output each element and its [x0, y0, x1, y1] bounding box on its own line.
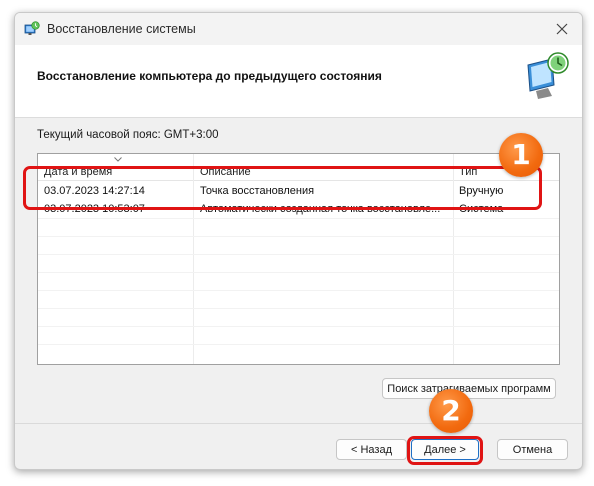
timezone-label: Текущий часовой пояс: GMT+3:00 — [37, 129, 219, 141]
sort-arrow-icon — [114, 157, 122, 162]
scan-affected-programs-button[interactable]: Поиск затрагиваемых программ — [382, 378, 556, 399]
grid-line — [38, 326, 559, 327]
grid-line — [38, 254, 559, 255]
wizard-header: Восстановление компьютера до предыдущего… — [15, 45, 582, 118]
step-badge-1: 1 — [499, 133, 543, 177]
system-restore-window: Восстановление системы Восстановление ко… — [14, 12, 583, 470]
close-icon[interactable] — [550, 17, 574, 41]
grid-line — [38, 290, 559, 291]
system-restore-icon — [24, 21, 40, 35]
window-title: Восстановление системы — [47, 22, 196, 36]
title-bar: Восстановление системы — [15, 13, 582, 45]
grid-line — [38, 218, 559, 219]
page-title: Восстановление компьютера до предыдущего… — [37, 69, 382, 83]
cancel-button[interactable]: Отмена — [497, 439, 568, 460]
restore-points-highlight — [23, 166, 542, 210]
grid-line — [38, 344, 559, 345]
footer-divider — [15, 423, 582, 424]
step-badge-2: 2 — [429, 389, 473, 433]
grid-line — [38, 236, 559, 237]
restore-monitor-icon — [527, 52, 569, 99]
grid-line — [38, 272, 559, 273]
back-button[interactable]: < Назад — [336, 439, 407, 460]
grid-line — [38, 308, 559, 309]
next-button-highlight — [407, 436, 483, 465]
